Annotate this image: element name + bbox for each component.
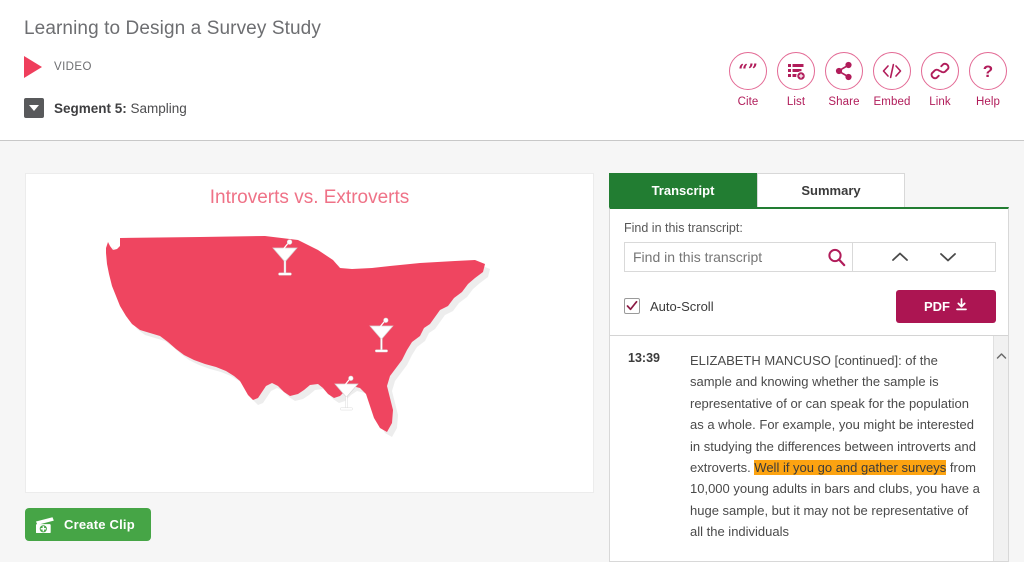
search-field-wrapper (625, 243, 853, 271)
svg-text:“”: “” (738, 61, 758, 81)
clapperboard-add-icon (35, 516, 55, 534)
link-label: Link (929, 96, 951, 108)
transcript-cue: 13:39 ELIZABETH MANCUSO [continued]: of … (610, 336, 993, 561)
embed-button[interactable]: Embed (868, 52, 916, 108)
transcript-tab-body: Find in this transcript: Find in this tr… (609, 207, 1009, 562)
cue-text: ELIZABETH MANCUSO [continued]: of the sa… (690, 350, 983, 561)
list-button[interactable]: List (772, 52, 820, 108)
find-nav-buttons (853, 243, 995, 271)
download-icon (955, 298, 968, 314)
svg-text:?: ? (983, 62, 993, 81)
transcript-scrollbar[interactable] (993, 336, 1008, 561)
link-icon (921, 52, 959, 90)
transcript-tabs: Transcript Summary (609, 173, 1009, 207)
find-label: Find in this transcript: (624, 221, 743, 235)
transcript-options: Auto-Scroll PDF (624, 289, 996, 323)
cite-button[interactable]: “” Cite (724, 52, 772, 108)
main-content: Introverts vs. Extroverts Create Clip Tr… (0, 141, 1024, 562)
scroll-up-icon[interactable] (994, 352, 1008, 360)
link-button[interactable]: Link (916, 52, 964, 108)
pdf-label: PDF (924, 298, 950, 314)
us-map-graphic (90, 218, 530, 480)
code-icon (873, 52, 911, 90)
list-add-icon (777, 52, 815, 90)
media-type-indicator: VIDEO (24, 55, 92, 79)
play-icon (24, 56, 42, 78)
cite-label: Cite (737, 96, 759, 108)
cue-text-before: ELIZABETH MANCUSO [continued]: of the sa… (690, 353, 976, 476)
embed-label: Embed (873, 96, 911, 108)
cue-timestamp[interactable]: 13:39 (628, 350, 690, 561)
slide-title: Introverts vs. Extroverts (209, 187, 410, 208)
chevron-up-icon[interactable] (890, 250, 910, 264)
find-toolbar (624, 242, 996, 272)
segment-selector[interactable]: Segment 5: Sampling (24, 98, 187, 118)
auto-scroll-label: Auto-Scroll (650, 298, 714, 314)
page-title: Learning to Design a Survey Study (24, 18, 321, 39)
transcript-panel: Transcript Summary Find in this transcri… (609, 173, 1009, 562)
segment-number: Segment 5: (54, 100, 127, 116)
tab-summary[interactable]: Summary (757, 173, 905, 207)
share-icon (825, 52, 863, 90)
list-label: List (786, 96, 806, 108)
transcript-scroll-area[interactable]: 13:39 ELIZABETH MANCUSO [continued]: of … (610, 336, 1008, 561)
page-header: Learning to Design a Survey Study VIDEO … (0, 0, 1024, 141)
create-clip-label: Create Clip (64, 517, 135, 532)
question-icon: ? (969, 52, 1007, 90)
segment-label: Segment 5: Sampling (54, 101, 187, 116)
share-label: Share (828, 96, 860, 108)
video-player[interactable]: Introverts vs. Extroverts (25, 173, 594, 493)
segment-name: Sampling (126, 100, 187, 116)
auto-scroll-checkbox[interactable] (624, 298, 640, 314)
help-label: Help (975, 96, 1001, 108)
create-clip-button[interactable]: Create Clip (25, 508, 151, 541)
media-type-label: VIDEO (54, 61, 92, 73)
tab-spacer (905, 173, 1009, 207)
share-button[interactable]: Share (820, 52, 868, 108)
cue-text-highlight: Well if you go and gather surveys (754, 460, 947, 476)
search-icon[interactable] (827, 248, 846, 267)
chevron-down-icon[interactable] (938, 250, 958, 264)
chevron-down-icon[interactable] (24, 98, 44, 118)
help-button[interactable]: ? Help (964, 52, 1012, 108)
search-input[interactable] (625, 243, 852, 271)
quote-icon: “” (729, 52, 767, 90)
tab-transcript[interactable]: Transcript (609, 173, 757, 207)
tab-transcript-label: Transcript (651, 182, 715, 198)
tab-summary-label: Summary (801, 183, 861, 198)
action-toolbar: “” Cite List Share Embed Link ? Help (724, 52, 1012, 108)
pdf-download-button[interactable]: PDF (896, 289, 996, 323)
auto-scroll-toggle[interactable]: Auto-Scroll (624, 298, 714, 314)
